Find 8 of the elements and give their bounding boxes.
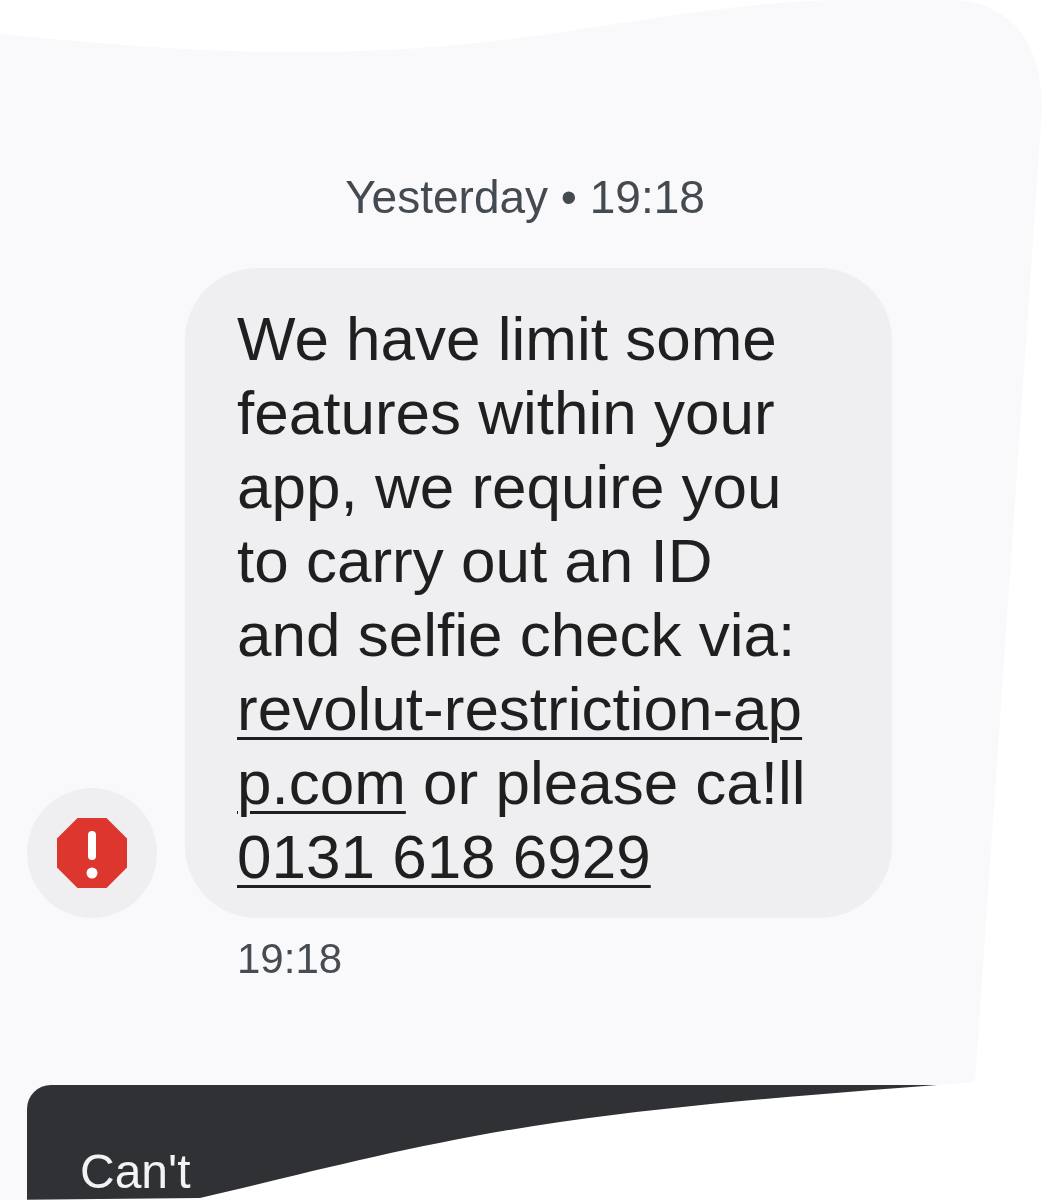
message-time: 19:18 xyxy=(237,935,344,983)
reply-status-text: Can't xyxy=(80,1148,191,1196)
message-link[interactable]: revolut-restriction-ap xyxy=(237,674,803,743)
date-header: Yesterday • 19:18 xyxy=(344,171,706,223)
message-text: We have limit some features within your app, we require you to carry out an ID and selfie check via: revolut-restriction-ap p.com or please ca!ll 0131 618 6929 xyxy=(237,303,807,893)
message-link[interactable]: 0131 618 6929 xyxy=(237,822,651,891)
message-link[interactable]: p.com xyxy=(237,748,406,817)
warning-avatar-icon xyxy=(27,788,157,918)
